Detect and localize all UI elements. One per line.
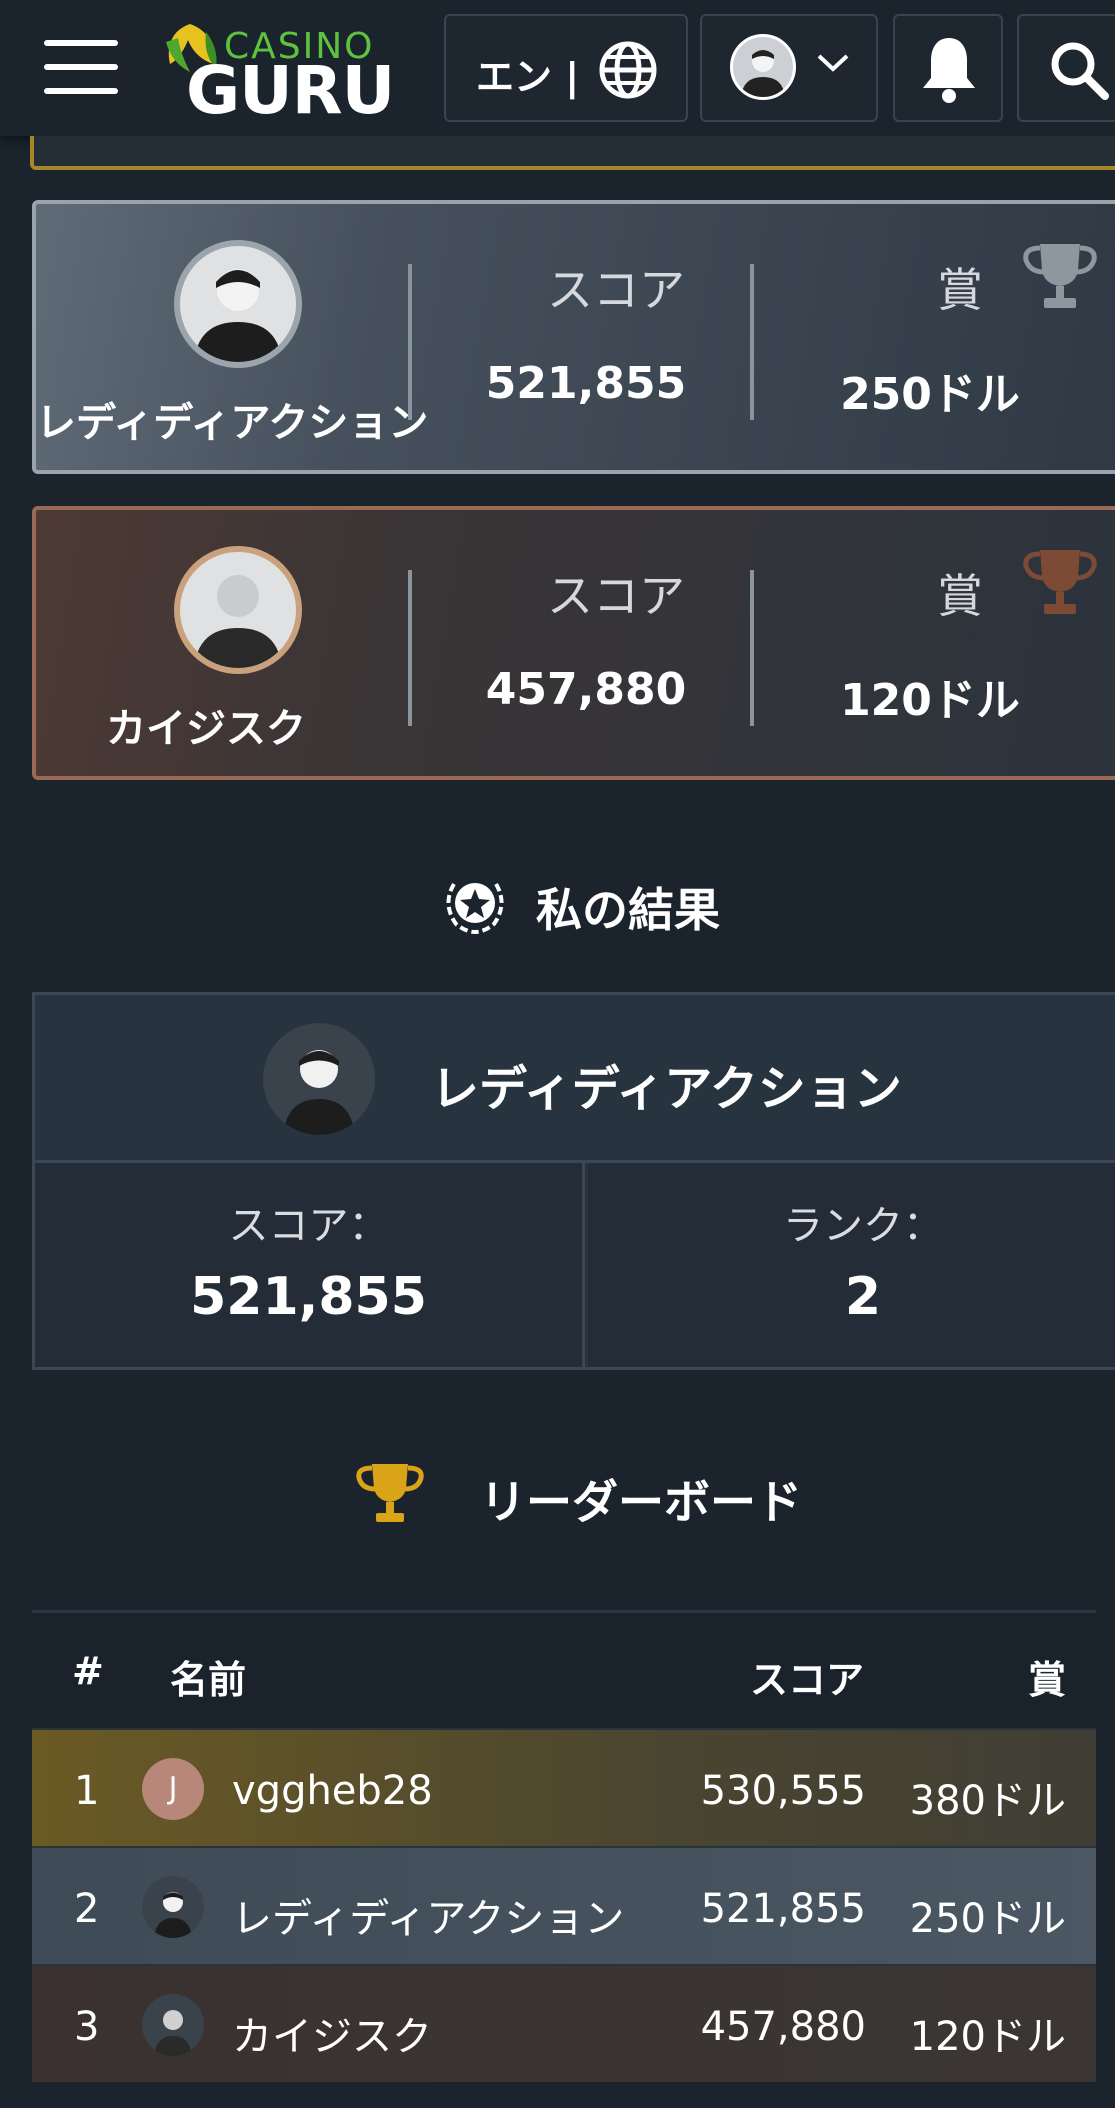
- my-score-label: スコア：: [228, 1203, 389, 1249]
- search-button[interactable]: [1017, 14, 1115, 122]
- row-rank: 3: [74, 2004, 100, 2050]
- podium-card-second: レディディアクション スコア 521,855 賞 250ドル: [32, 200, 1115, 474]
- table-row[interactable]: 1 J vggheb28 530,555 380ドル: [32, 1728, 1096, 1846]
- leaderboard-title: リーダーボード: [480, 1475, 802, 1529]
- row-score: 457,880: [700, 2004, 866, 2050]
- logo-guru-text: GURU: [186, 52, 395, 129]
- my-results-panel: レディディアクション スコア： 521,855 ランク： 2: [32, 992, 1115, 1370]
- player-name: レディディアクション: [36, 400, 429, 446]
- row-rank: 1: [74, 1768, 100, 1814]
- row-prize: 250ドル: [909, 1896, 1066, 1942]
- my-score-value: 521,855: [190, 1267, 427, 1327]
- row-rank: 2: [74, 1886, 100, 1932]
- prize-value: 250ドル: [840, 369, 1020, 420]
- row-name: vggheb28: [232, 1768, 433, 1814]
- column-rank: #: [72, 1649, 104, 1693]
- language-label: エン |: [476, 55, 580, 99]
- podium-card-third: カイジスク スコア 457,880 賞 120ドル: [32, 506, 1115, 780]
- table-row[interactable]: 3 カイジスク 457,880 120ドル: [32, 1964, 1096, 2082]
- divider: [750, 570, 754, 726]
- menu-icon[interactable]: [40, 34, 120, 100]
- trophy-icon: [1023, 244, 1097, 308]
- user-menu-button[interactable]: [700, 14, 878, 122]
- score-label: スコア: [547, 263, 685, 317]
- trophy-icon: [1023, 550, 1097, 614]
- avatar: [142, 1876, 204, 1938]
- row-name: カイジスク: [232, 2014, 432, 2060]
- score-label: スコア: [547, 569, 685, 623]
- my-results-title: 私の結果: [536, 883, 720, 937]
- bell-icon: [923, 38, 975, 103]
- star-laurel-icon: [446, 882, 504, 934]
- my-rank-label: ランク：: [783, 1203, 943, 1249]
- player-name: カイジスク: [106, 706, 306, 752]
- avatar: [730, 34, 796, 100]
- my-rank-cell: ランク： 2: [588, 1163, 1115, 1367]
- divider: [408, 570, 412, 726]
- avatar: [263, 1023, 375, 1135]
- casino-guru-logo[interactable]: CASINO GURU: [162, 18, 395, 129]
- my-results-header: レディディアクション: [35, 995, 1115, 1163]
- row-prize: 120ドル: [909, 2014, 1066, 2060]
- score-value: 457,880: [485, 664, 687, 715]
- column-score: スコア: [749, 1658, 864, 1702]
- first-place-card-bottom: [30, 136, 1115, 170]
- trophy-icon: [356, 1464, 424, 1522]
- search-icon: [1051, 42, 1109, 100]
- avatar: [174, 240, 302, 368]
- row-name: レディディアクション: [232, 1896, 625, 1942]
- avatar: [142, 1994, 204, 2056]
- divider: [750, 264, 754, 420]
- chevron-down-icon: [817, 54, 849, 72]
- row-score: 530,555: [700, 1768, 866, 1814]
- notifications-button[interactable]: [893, 14, 1003, 122]
- my-rank-value: 2: [844, 1267, 882, 1327]
- top-header: CASINO GURU エン |: [0, 0, 1115, 136]
- my-score-cell: スコア： 521,855: [35, 1163, 585, 1367]
- column-prize: 賞: [1027, 1658, 1066, 1702]
- row-score: 521,855: [700, 1886, 866, 1932]
- score-value: 521,855: [485, 358, 687, 409]
- prize-value: 120ドル: [840, 675, 1020, 726]
- avatar: J: [142, 1758, 204, 1820]
- my-player-name: レディディアクション: [431, 1061, 902, 1117]
- globe-icon: [599, 41, 657, 99]
- avatar: [174, 546, 302, 674]
- language-selector[interactable]: エン |: [444, 14, 688, 122]
- table-header: # 名前 スコア 賞: [32, 1610, 1096, 1726]
- row-prize: 380ドル: [909, 1778, 1066, 1824]
- divider: [408, 264, 412, 420]
- column-name: 名前: [170, 1658, 247, 1702]
- table-row[interactable]: 2 レディディアクション 521,855 250ドル: [32, 1846, 1096, 1964]
